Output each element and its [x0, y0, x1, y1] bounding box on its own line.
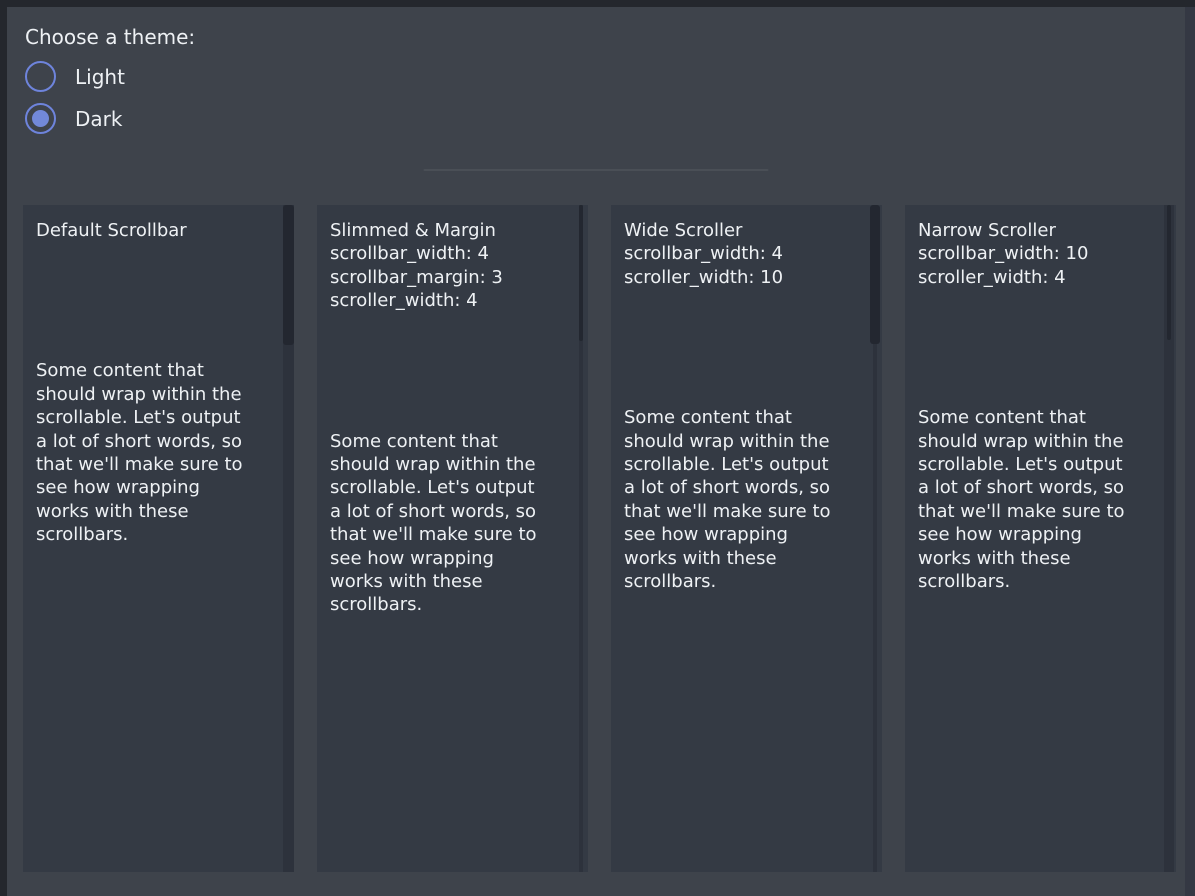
body-line: Some content that	[624, 406, 869, 429]
body-line: works with these	[330, 570, 575, 593]
config-line: scroller_width: 4	[918, 266, 1163, 289]
body-line: Some content that	[330, 430, 575, 453]
body-line: a lot of short words, so	[624, 476, 869, 499]
config-line: scrollbar_width: 10	[918, 242, 1163, 265]
panel-config: scrollbar_width: 4scroller_width: 10	[624, 242, 869, 289]
scrollbar-thumb[interactable]	[283, 205, 294, 345]
body-line: scrollable. Let's output	[918, 453, 1163, 476]
body-line: a lot of short words, so	[918, 476, 1163, 499]
panel-config: scrollbar_width: 4scrollbar_margin: 3scr…	[330, 242, 575, 312]
body-line: should wrap within the	[624, 430, 869, 453]
scrollable-panels: Default Scrollbar Some content thatshoul…	[23, 205, 1176, 872]
spacer	[918, 289, 1163, 406]
body-line: see how wrapping	[36, 476, 281, 499]
panel-narrow-scroller: Narrow Scroller scrollbar_width: 10scrol…	[905, 205, 1176, 872]
body-line: see how wrapping	[330, 547, 575, 570]
config-line: scroller_width: 10	[624, 266, 869, 289]
body-line: should wrap within the	[918, 430, 1163, 453]
radio-dot-icon	[32, 110, 49, 127]
page-background: Choose a theme: Light Dark Default Scrol…	[7, 7, 1185, 896]
config-line: scrollbar_width: 4	[330, 242, 575, 265]
spacer	[36, 242, 281, 359]
config-line: scrollbar_margin: 3	[330, 266, 575, 289]
panel-wide-scroller: Wide Scroller scrollbar_width: 4scroller…	[611, 205, 882, 872]
body-line: scrollbars.	[330, 593, 575, 616]
panel-title: Wide Scroller	[624, 219, 869, 242]
window-right-gutter	[1185, 7, 1195, 896]
panel-slimmed-margin: Slimmed & Margin scrollbar_width: 4scrol…	[317, 205, 588, 872]
body-line: scrollbars.	[624, 570, 869, 593]
body-line: a lot of short words, so	[36, 430, 281, 453]
scrollbar-thumb[interactable]	[870, 205, 880, 344]
panel-title: Slimmed & Margin	[330, 219, 575, 242]
scrollbar-thumb[interactable]	[1167, 205, 1171, 340]
body-line: scrollable. Let's output	[330, 476, 575, 499]
body-line: works with these	[918, 547, 1163, 570]
dark-radio-button[interactable]	[25, 103, 56, 134]
body-line: scrollable. Let's output	[36, 406, 281, 429]
body-line: should wrap within the	[36, 383, 281, 406]
theme-prompt: Choose a theme:	[25, 24, 195, 50]
spacer	[330, 313, 575, 430]
panel-body-text: Some content thatshould wrap within thes…	[330, 430, 575, 617]
body-line: a lot of short words, so	[330, 500, 575, 523]
scrollbar-thumb[interactable]	[579, 205, 583, 341]
dark-option-label: Dark	[75, 107, 122, 131]
body-line: that we'll make sure to	[330, 523, 575, 546]
panel-config: scrollbar_width: 10scroller_width: 4	[918, 242, 1163, 289]
config-line: scrollbar_width: 4	[624, 242, 869, 265]
theme-chooser: Choose a theme: Light Dark	[25, 24, 195, 134]
panel-title: Default Scrollbar	[36, 219, 281, 242]
panel-title: Narrow Scroller	[918, 219, 1163, 242]
body-line: scrollable. Let's output	[624, 453, 869, 476]
theme-option-dark[interactable]: Dark	[25, 103, 195, 134]
body-line: see how wrapping	[918, 523, 1163, 546]
panel-body-text: Some content thatshould wrap within thes…	[624, 406, 869, 593]
panel-body-text: Some content thatshould wrap within thes…	[918, 406, 1163, 593]
panel-default-scrollbar: Default Scrollbar Some content thatshoul…	[23, 205, 294, 872]
body-line: should wrap within the	[330, 453, 575, 476]
radio-dot-icon	[32, 68, 49, 85]
light-option-label: Light	[75, 65, 125, 89]
app-window: { "theme_chooser": { "prompt": "Choose a…	[0, 0, 1195, 896]
divider	[424, 169, 769, 171]
body-line: that we'll make sure to	[36, 453, 281, 476]
light-radio-button[interactable]	[25, 61, 56, 92]
body-line: works with these	[624, 547, 869, 570]
body-line: that we'll make sure to	[624, 500, 869, 523]
body-line: see how wrapping	[624, 523, 869, 546]
body-line: scrollbars.	[36, 523, 281, 546]
body-line: Some content that	[918, 406, 1163, 429]
config-line: scroller_width: 4	[330, 289, 575, 312]
body-line: Some content that	[36, 359, 281, 382]
body-line: that we'll make sure to	[918, 500, 1163, 523]
panel-body-text: Some content thatshould wrap within thes…	[36, 359, 281, 546]
body-line: scrollbars.	[918, 570, 1163, 593]
body-line: works with these	[36, 500, 281, 523]
theme-option-light[interactable]: Light	[25, 61, 195, 92]
spacer	[624, 289, 869, 406]
